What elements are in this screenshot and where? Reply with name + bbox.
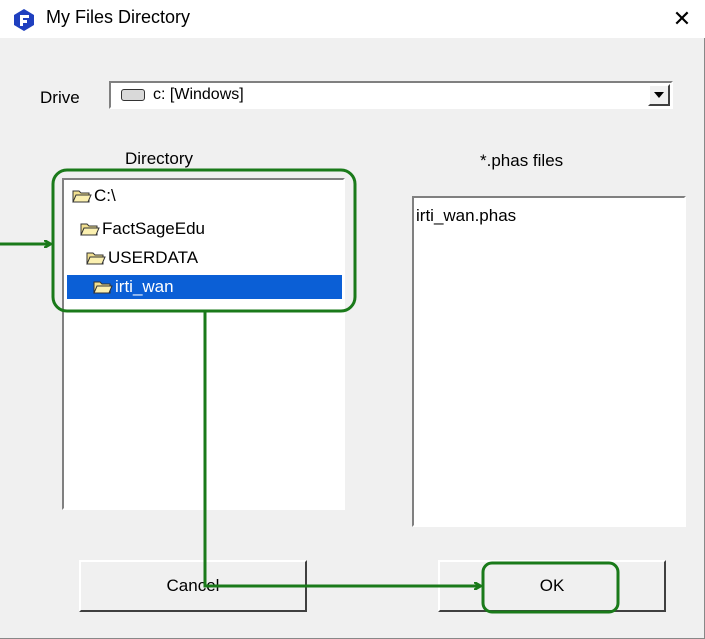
- factsage-logo-icon: [14, 9, 34, 31]
- window-title: My Files Directory: [46, 7, 191, 27]
- drive-label: Drive: [40, 88, 80, 107]
- drive-dropdown-button[interactable]: [648, 84, 670, 106]
- tree-item-userdata[interactable]: USERDATA: [86, 246, 198, 270]
- directory-tree[interactable]: C:\ FactSageEdu USERDATA irti_wan: [62, 178, 345, 510]
- tree-item-irti-wan[interactable]: irti_wan: [67, 275, 342, 299]
- tree-item-label: USERDATA: [108, 248, 199, 267]
- cancel-button[interactable]: Cancel: [79, 560, 307, 612]
- open-folder-icon: [86, 250, 106, 266]
- tree-item-root[interactable]: C:\: [72, 184, 116, 208]
- close-icon: ✕: [672, 6, 692, 31]
- drive-select[interactable]: c: [Windows]: [109, 81, 673, 109]
- open-folder-icon: [80, 221, 100, 237]
- tree-item-factsageedu[interactable]: FactSageEdu: [80, 217, 205, 241]
- chevron-down-icon: [654, 92, 664, 98]
- file-item[interactable]: irti_wan.phas: [416, 206, 516, 226]
- file-directory-dialog: My Files Directory ✕ Drive c: [Windows] …: [0, 0, 705, 639]
- tree-item-label: irti_wan: [115, 277, 174, 296]
- drive-select-value: c: [Windows]: [153, 86, 244, 103]
- tree-item-label: C:\: [94, 186, 116, 205]
- open-folder-icon: [93, 279, 113, 295]
- cancel-button-label: Cancel: [166, 576, 220, 595]
- open-folder-icon: [72, 188, 92, 204]
- ok-button[interactable]: OK: [438, 560, 666, 612]
- title-bar: My Files Directory ✕: [0, 0, 705, 38]
- tree-item-label: FactSageEdu: [102, 219, 206, 238]
- ok-button-label: OK: [539, 576, 565, 595]
- drive-icon: [121, 89, 145, 101]
- close-button[interactable]: ✕: [659, 0, 705, 38]
- phas-file-list[interactable]: irti_wan.phas: [412, 196, 686, 527]
- directory-label: Directory: [125, 149, 194, 168]
- phas-files-label: *.phas files: [480, 151, 564, 170]
